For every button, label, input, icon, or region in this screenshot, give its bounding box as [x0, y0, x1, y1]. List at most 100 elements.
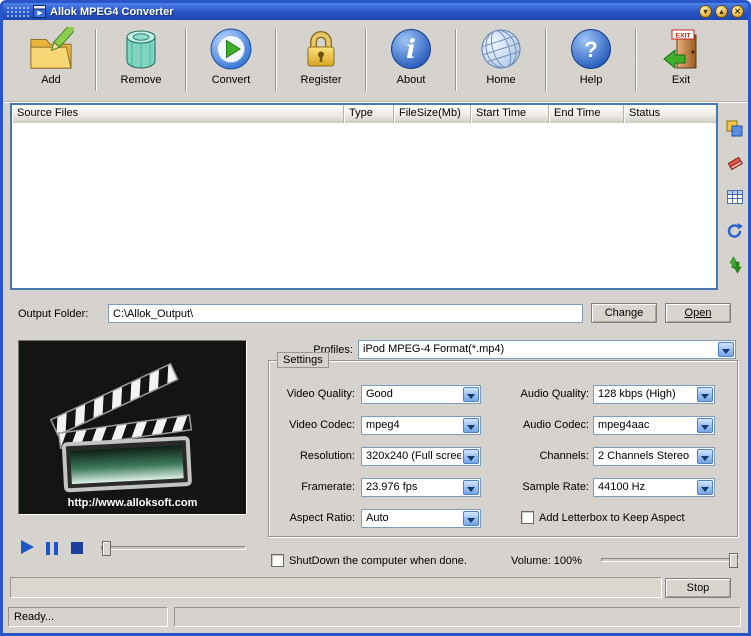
close-button[interactable] — [731, 5, 744, 18]
preview-url-text: http://www.alloksoft.com — [67, 497, 198, 509]
play-button[interactable] — [19, 539, 35, 555]
output-folder-label: Output Folder: — [18, 308, 89, 320]
side-toolbar — [724, 119, 746, 275]
stop-playback-button[interactable] — [69, 540, 85, 556]
seek-slider[interactable] — [101, 541, 246, 556]
column-source-files[interactable]: Source Files — [12, 105, 344, 123]
help-question-icon: ? — [568, 26, 614, 72]
video-codec-select[interactable]: mpeg4 — [361, 416, 481, 435]
app-window: Allok MPEG4 Converter Add — [0, 0, 751, 636]
chevron-down-icon[interactable] — [463, 511, 479, 526]
volume-label: Volume: 100% — [511, 555, 582, 567]
column-status[interactable]: Status — [624, 105, 716, 123]
resolution-select[interactable]: 320x240 (Full screen) — [361, 447, 481, 466]
video-quality-select[interactable]: Good — [361, 385, 481, 404]
framerate-value: 23.976 fps — [366, 481, 418, 493]
stop-convert-button[interactable]: Stop — [665, 578, 731, 598]
toolbar-button-register[interactable]: Register — [277, 24, 365, 98]
grid-icon — [727, 190, 743, 204]
sample-rate-select[interactable]: 44100 Hz — [593, 478, 715, 497]
audio-quality-value: 128 kbps (High) — [598, 388, 676, 400]
titlebar-grip — [6, 6, 30, 17]
about-info-icon: i — [388, 26, 434, 72]
side-tool-grid-button[interactable] — [725, 187, 745, 207]
open-button[interactable]: Open — [665, 303, 731, 323]
minimize-button[interactable] — [699, 5, 712, 18]
toolbar-button-home[interactable]: Home — [457, 24, 545, 98]
chevron-down-icon[interactable] — [697, 480, 713, 495]
output-folder-field — [108, 304, 583, 323]
aspect-ratio-value: Auto — [366, 512, 389, 524]
toolbar-label-register: Register — [300, 74, 342, 86]
sample-rate-label: Sample Rate: — [522, 481, 589, 493]
change-button[interactable]: Change — [591, 303, 657, 323]
toolbar-label-help: Help — [579, 74, 603, 86]
volume-slider-handle[interactable] — [729, 553, 738, 568]
source-files-table: Source Files Type FileSize(Mb) Start Tim… — [10, 103, 718, 290]
audio-codec-select[interactable]: mpeg4aac — [593, 416, 715, 435]
column-end-time[interactable]: End Time — [549, 105, 624, 123]
convert-play-icon — [208, 26, 254, 72]
chevron-down-icon[interactable] — [697, 449, 713, 464]
profiles-select[interactable]: iPod MPEG-4 Format(*.mp4) — [358, 340, 736, 359]
rollup-button[interactable] — [715, 5, 728, 18]
toolbar-button-exit[interactable]: EXIT Exit — [637, 24, 725, 98]
video-quality-value: Good — [366, 388, 393, 400]
resolution-value: 320x240 (Full screen) — [366, 450, 461, 462]
column-start-time[interactable]: Start Time — [471, 105, 549, 123]
status-message: Ready... — [8, 607, 168, 627]
chevron-down-icon[interactable] — [718, 342, 734, 357]
aspect-ratio-select[interactable]: Auto — [361, 509, 481, 528]
remove-bin-icon — [118, 26, 164, 72]
toolbar-button-convert[interactable]: Convert — [187, 24, 275, 98]
toolbar-button-help[interactable]: ? Help — [547, 24, 635, 98]
app-icon — [33, 5, 46, 18]
toolbar-button-add[interactable]: Add — [7, 24, 95, 98]
progress-bar — [10, 577, 662, 598]
side-tool-refresh-button[interactable] — [725, 221, 745, 241]
preview-panel: http://www.alloksoft.com — [18, 340, 247, 515]
column-type[interactable]: Type — [344, 105, 394, 123]
chevron-down-icon[interactable] — [697, 418, 713, 433]
pause-icon — [46, 541, 50, 555]
chevron-down-icon[interactable] — [463, 387, 479, 402]
channels-select[interactable]: 2 Channels Stereo — [593, 447, 715, 466]
side-tool-erase-button[interactable] — [725, 153, 745, 173]
side-tool-profiles-button[interactable] — [725, 119, 745, 139]
stop-icon — [71, 542, 83, 554]
video-codec-value: mpeg4 — [366, 419, 400, 431]
chevron-down-icon[interactable] — [463, 480, 479, 495]
framerate-label: Framerate: — [301, 481, 355, 493]
chevron-down-icon[interactable] — [463, 449, 479, 464]
audio-quality-select[interactable]: 128 kbps (High) — [593, 385, 715, 404]
sample-rate-value: 44100 Hz — [598, 481, 646, 493]
output-folder-input[interactable] — [109, 305, 582, 322]
titlebar: Allok MPEG4 Converter — [3, 3, 748, 20]
file-list-body[interactable] — [12, 123, 716, 288]
aspect-ratio-label: Aspect Ratio: — [289, 512, 355, 524]
add-folder-icon — [28, 26, 74, 72]
exit-door-icon: EXIT — [658, 26, 704, 72]
video-codec-label: Video Codec: — [289, 419, 355, 431]
window-title: Allok MPEG4 Converter — [50, 5, 174, 18]
settings-group: Settings Video Quality: Good Video Codec… — [268, 352, 738, 537]
up-down-arrows-icon — [729, 256, 742, 274]
toolbar-button-remove[interactable]: Remove — [97, 24, 185, 98]
column-filesize[interactable]: FileSize(Mb) — [394, 105, 471, 123]
side-tool-move-button[interactable] — [725, 255, 745, 275]
play-icon — [20, 540, 34, 554]
letterbox-checkbox[interactable] — [521, 511, 534, 524]
shutdown-label: ShutDown the computer when done. — [289, 555, 467, 567]
framerate-select[interactable]: 23.976 fps — [361, 478, 481, 497]
seek-slider-handle[interactable] — [102, 541, 111, 556]
toolbar-label-about: About — [396, 74, 426, 86]
chevron-down-icon[interactable] — [697, 387, 713, 402]
audio-codec-label: Audio Codec: — [522, 419, 589, 431]
shutdown-checkbox[interactable] — [271, 554, 284, 567]
chevron-down-icon[interactable] — [463, 418, 479, 433]
svg-text:i: i — [406, 35, 416, 65]
pause-icon — [54, 541, 58, 555]
volume-slider[interactable] — [601, 553, 739, 568]
toolbar-button-about[interactable]: i About — [367, 24, 455, 98]
pause-button[interactable] — [44, 540, 60, 556]
